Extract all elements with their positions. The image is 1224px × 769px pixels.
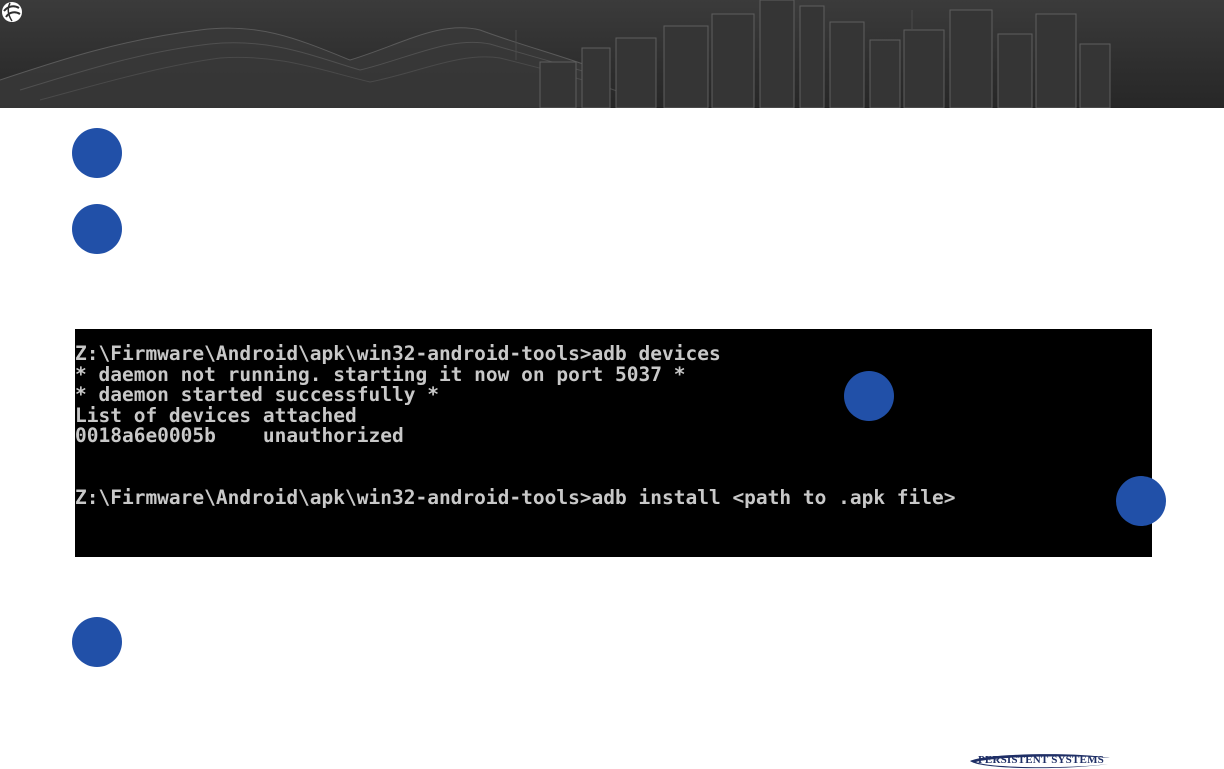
command-prompt-window: Z:\Firmware\Android\apk\win32-android-to… [75, 329, 1152, 557]
terminal-output: Z:\Firmware\Android\apk\win32-android-to… [75, 342, 956, 510]
step-marker-1 [72, 128, 122, 178]
step-marker-3 [844, 371, 894, 421]
city-skyline-illustration [0, 0, 1111, 108]
logo-text: PERSISTENT SYSTEMS [978, 754, 1104, 766]
terminal-line: Z:\Firmware\Android\apk\win32-android-to… [75, 342, 721, 365]
slide: Z:\Firmware\Android\apk\win32-android-to… [0, 0, 1224, 769]
terminal-line: * daemon started successfully * [75, 383, 439, 407]
step-marker-4 [1116, 476, 1166, 526]
terminal-line: 0018a6e0005b unauthorized [75, 424, 404, 448]
header-banner [0, 0, 1224, 108]
persistent-systems-logo: PERSISTENT SYSTEMS [968, 750, 1114, 769]
terminal-line: Z:\Firmware\Android\apk\win32-android-to… [75, 486, 956, 510]
step-marker-5 [72, 617, 122, 667]
persistent-logo-icon [2, 2, 22, 22]
terminal-line: * daemon not running. starting it now on… [75, 362, 686, 386]
step-marker-2 [72, 204, 122, 254]
terminal-line: List of devices attached [75, 403, 357, 427]
